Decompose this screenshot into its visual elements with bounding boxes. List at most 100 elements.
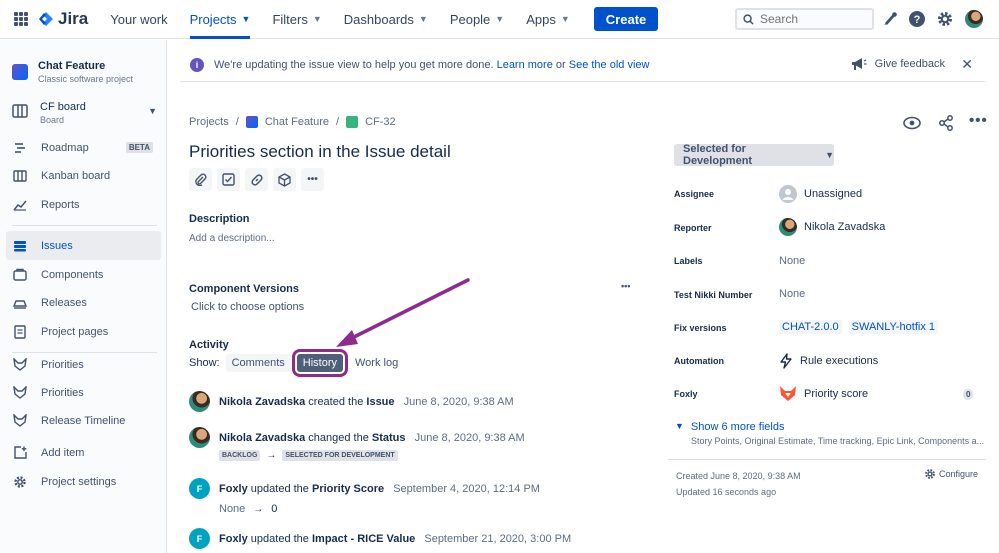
component-versions-heading: Component Versions (189, 283, 300, 295)
sidebar-item-priorities[interactable]: Priorities (6, 350, 161, 379)
configure-button[interactable]: Configure (924, 468, 978, 480)
share-icon[interactable] (938, 115, 954, 131)
activity-heading: Activity (189, 339, 229, 351)
more-toolbar-button[interactable]: ••• (301, 168, 324, 191)
sidebar-item-roadmap[interactable]: Roadmap BETA (6, 133, 161, 162)
foxly-icon (13, 386, 27, 400)
user-avatar[interactable] (965, 10, 983, 28)
create-button[interactable]: Create (593, 7, 659, 31)
board-icon (12, 104, 28, 118)
project-avatar (12, 64, 28, 80)
learn-more-link[interactable]: Learn more (497, 59, 553, 71)
status-lozenge: SELECTED FOR DEVELOPMENT (282, 450, 398, 461)
version-tag[interactable]: CHAT-2.0.0 (779, 320, 842, 334)
add-app-button[interactable] (273, 168, 296, 191)
app-switcher-icon[interactable] (14, 12, 28, 26)
sidebar-item-project-settings[interactable]: Project settings (6, 467, 161, 496)
attach-button[interactable] (189, 168, 212, 191)
svg-text:?: ? (914, 14, 921, 26)
checklist-icon (222, 173, 235, 186)
chevron-down-icon: ▼ (825, 150, 834, 160)
info-icon: i (190, 57, 204, 72)
sidebar-item-reports[interactable]: Reports (6, 190, 161, 219)
count-badge: 0 (963, 389, 974, 400)
board-selector[interactable]: CF board Board ▼ (12, 101, 157, 125)
close-icon[interactable]: ✕ (961, 56, 973, 73)
nav-dashboards[interactable]: Dashboards ▼ (344, 0, 428, 39)
field-more-icon[interactable]: ••• (621, 281, 630, 291)
tab-work-log[interactable]: Work log (349, 354, 404, 372)
history-item: Nikola Zavadska changed the Status June … (189, 427, 525, 461)
description-editor[interactable]: Add a description... (189, 233, 275, 244)
give-feedback-button[interactable]: Give feedback (851, 57, 945, 71)
field-label-test-nikki-number: Test Nikki Number (674, 290, 753, 300)
nav-filters[interactable]: Filters ▼ (272, 0, 321, 39)
history-item: Nikola Zavadska created the Issue June 8… (189, 391, 514, 412)
components-icon (13, 268, 27, 282)
settings-gear-icon[interactable] (936, 10, 954, 28)
pages-icon (13, 324, 27, 339)
search-input[interactable] (760, 12, 860, 26)
status-dropdown[interactable]: Selected for Development ▼ (674, 143, 834, 167)
chevron-down-icon: ▼ (148, 106, 157, 116)
tab-history[interactable]: History (291, 349, 349, 377)
field-label-labels: Labels (674, 256, 703, 266)
sidebar-item-components[interactable]: Components (6, 260, 161, 289)
chevron-down-icon: ▼ (675, 421, 684, 431)
sidebar-item-release-timeline[interactable]: Release Timeline (6, 406, 161, 435)
sidebar-item-releases[interactable]: Releases (6, 288, 161, 317)
more-actions-icon[interactable]: ••• (969, 112, 988, 129)
nav-apps[interactable]: Apps ▼ (526, 0, 570, 39)
sidebar-item-priorities-2[interactable]: Priorities (6, 378, 161, 407)
component-versions-picker[interactable]: Click to choose options (191, 301, 304, 313)
test-nikki-number-field[interactable]: None (779, 288, 805, 300)
nav-people[interactable]: People ▼ (450, 0, 504, 39)
assignee-field[interactable]: Unassigned (779, 185, 862, 203)
sidebar-item-issues[interactable]: Issues (6, 231, 161, 260)
sidebar-item-kanban-board[interactable]: Kanban board (6, 161, 161, 190)
breadcrumb-issue-key[interactable]: CF-32 (365, 116, 396, 128)
link-icon (250, 173, 263, 186)
sidebar-item-project-pages[interactable]: Project pages (6, 317, 161, 346)
version-tag[interactable]: SWANLY-hotfix 1 (848, 320, 939, 334)
project-avatar-icon (245, 116, 258, 128)
old-view-link[interactable]: See the old view (569, 59, 650, 71)
field-label-fix-versions: Fix versions (674, 323, 727, 333)
sidebar-item-add-item[interactable]: Add item (6, 438, 161, 467)
project-header[interactable]: Chat Feature Classic software project (12, 60, 133, 84)
foxly-field[interactable]: Priority score (779, 385, 868, 402)
fix-versions-field[interactable]: CHAT-2.0.0 SWANLY-hotfix 1 (779, 320, 939, 334)
details-divider (668, 459, 986, 460)
link-issue-button[interactable] (245, 168, 268, 191)
labels-field[interactable]: None (779, 255, 805, 267)
reporter-field[interactable]: Nikola Zavadska (779, 218, 885, 236)
issue-title[interactable]: Priorities section in the Issue detail (189, 142, 451, 162)
nav-projects[interactable]: Projects ▼ (189, 0, 250, 39)
foxly-icon (13, 358, 27, 372)
nav-your-work[interactable]: Your work (110, 0, 167, 39)
status-lozenge: BACKLOG (219, 450, 261, 461)
automation-field[interactable]: Rule executions (779, 353, 878, 369)
search-icon (743, 13, 754, 25)
notifications-icon[interactable] (881, 10, 899, 28)
add-child-issue-button[interactable] (217, 168, 240, 191)
chevron-down-icon: ▼ (418, 14, 428, 24)
field-label-reporter: Reporter (674, 223, 712, 233)
breadcrumb-project[interactable]: Chat Feature (265, 116, 329, 128)
activity-filter: Show: Comments History Work log (189, 349, 404, 377)
hidden-fields-list: Story Points, Original Estimate, Time tr… (691, 436, 985, 446)
watch-eye-icon[interactable] (903, 115, 921, 131)
avatar: F (189, 478, 210, 499)
breadcrumb-projects[interactable]: Projects (189, 116, 229, 128)
show-more-fields-button[interactable]: ▼ Show 6 more fields (675, 421, 784, 433)
avatar: F (189, 528, 210, 549)
jira-logo[interactable]: Jira (38, 9, 88, 29)
chevron-down-icon: ▼ (495, 14, 505, 24)
updated-date: Updated 16 seconds ago (676, 487, 777, 497)
arrow-right-icon: → (266, 450, 277, 461)
search-box[interactable] (735, 8, 874, 30)
help-icon[interactable]: ? (908, 10, 926, 28)
roadmap-icon (13, 141, 27, 155)
kanban-icon (13, 169, 27, 183)
tab-comments[interactable]: Comments (225, 354, 291, 372)
